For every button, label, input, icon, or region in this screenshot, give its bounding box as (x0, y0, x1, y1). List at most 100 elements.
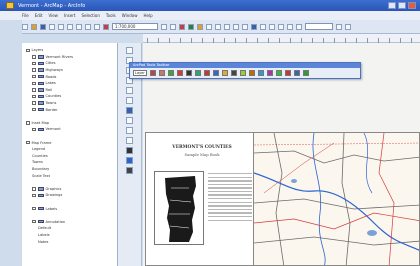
identify-icon[interactable] (126, 127, 133, 134)
toolbar-icon[interactable] (251, 23, 257, 30)
globe-icon[interactable] (126, 107, 133, 114)
forward-icon[interactable] (126, 97, 133, 104)
toc-item[interactable]: Labels (26, 205, 117, 212)
undo-icon[interactable] (85, 23, 91, 30)
maximize-icon[interactable] (398, 2, 406, 9)
menu-tools[interactable]: Tools (106, 13, 116, 20)
find-icon[interactable] (126, 137, 133, 144)
zoom-in-icon[interactable] (161, 23, 167, 30)
layer-checkbox[interactable] (32, 94, 36, 99)
menu-file[interactable]: File (22, 13, 29, 20)
toc-item[interactable]: Vermont Rivers (26, 54, 117, 61)
pointer-icon[interactable] (126, 147, 133, 154)
layer-checkbox[interactable] (32, 81, 36, 86)
main-map-frame[interactable] (253, 132, 420, 266)
redo-icon[interactable] (94, 23, 100, 30)
hyperlink-icon[interactable] (126, 157, 133, 164)
tool-icon[interactable] (240, 70, 246, 76)
add-data-icon[interactable] (103, 23, 109, 30)
tool-icon[interactable] (213, 70, 219, 76)
full-extent-icon[interactable] (188, 23, 194, 30)
paste-icon[interactable] (76, 23, 82, 30)
tool-icon[interactable] (303, 70, 309, 76)
tool-icon[interactable] (168, 70, 174, 76)
inset-map[interactable] (154, 171, 204, 245)
measure-icon[interactable] (215, 23, 221, 30)
save-icon[interactable] (40, 23, 46, 30)
toc-item[interactable]: Highways (26, 67, 117, 74)
layer-checkbox[interactable] (26, 121, 30, 125)
toc-item[interactable]: Inset Map (26, 120, 117, 127)
layer-checkbox[interactable] (32, 68, 36, 72)
layer-checkbox[interactable] (32, 61, 36, 66)
layer-checkbox[interactable] (32, 206, 36, 211)
toc-item[interactable]: Counties (26, 93, 117, 100)
layer-checkbox[interactable] (32, 55, 36, 59)
toolbar-icon[interactable] (336, 23, 342, 30)
toolbar-icon[interactable] (269, 23, 275, 30)
tool-icon[interactable] (177, 70, 183, 76)
copy-icon[interactable] (67, 23, 73, 30)
toc-item[interactable]: Scale Text (26, 172, 117, 179)
back-icon[interactable] (126, 87, 133, 94)
toc-item[interactable]: Drawings (26, 192, 117, 199)
layout-page[interactable]: VERMONT'S COUNTIES Sample Map Book (145, 132, 257, 266)
scale-input[interactable]: 1:700,000 (112, 23, 158, 30)
cut-icon[interactable] (58, 23, 64, 30)
tool-icon[interactable] (231, 70, 237, 76)
toc-item[interactable]: Layers (26, 47, 117, 54)
tool-icon[interactable] (258, 70, 264, 76)
menu-selection[interactable]: Selection (81, 13, 99, 20)
toolbar-icon[interactable] (287, 23, 293, 30)
toc-item[interactable]: Default (26, 225, 117, 232)
zoom-in-icon[interactable] (126, 47, 133, 54)
toc-item[interactable]: Border (26, 106, 117, 113)
toc-item[interactable]: Vermont (26, 126, 117, 133)
layer-checkbox[interactable] (32, 127, 36, 132)
toc-item[interactable]: Rail (26, 87, 117, 94)
tool-icon[interactable] (186, 70, 192, 76)
open-icon[interactable] (31, 23, 37, 30)
toolbar-icon[interactable] (296, 23, 302, 30)
toolbar-icon[interactable] (278, 23, 284, 30)
tool-icon[interactable] (195, 70, 201, 76)
tool-icon[interactable] (222, 70, 228, 76)
toc-item[interactable]: Annotation (26, 218, 117, 225)
layer-checkbox[interactable] (32, 101, 36, 105)
toolbar-icon[interactable] (345, 23, 351, 30)
toc-item[interactable]: Cities (26, 60, 117, 67)
close-icon[interactable] (408, 2, 416, 9)
layer-checkbox[interactable] (26, 140, 30, 145)
tool-icon[interactable] (159, 70, 165, 76)
toc-item[interactable]: Roads (26, 73, 117, 80)
select-icon[interactable] (126, 117, 133, 124)
find-icon[interactable] (206, 23, 212, 30)
toc-item[interactable]: Notes (26, 238, 117, 245)
tool-icon[interactable] (294, 70, 300, 76)
menu-view[interactable]: View (48, 13, 58, 20)
menu-help[interactable]: Help (144, 13, 153, 20)
tool-icon[interactable] (267, 70, 273, 76)
layer-checkbox[interactable] (32, 74, 36, 79)
layer-checkbox[interactable] (32, 193, 36, 198)
menu-insert[interactable]: Insert (64, 13, 75, 20)
toc-item[interactable]: Lakes (26, 80, 117, 87)
toc-item[interactable]: Towns (26, 100, 117, 107)
toolbar-icon[interactable] (233, 23, 239, 30)
toc-item[interactable]: Map Frame (26, 139, 117, 146)
layer-checkbox[interactable] (26, 48, 30, 53)
tool-icon[interactable] (276, 70, 282, 76)
toc-item[interactable]: Legend (26, 146, 117, 153)
toc-item[interactable]: Boundary (26, 166, 117, 173)
tool-icon[interactable] (204, 70, 210, 76)
layer-dropdown[interactable]: Layer (133, 70, 147, 76)
zoom-out-icon[interactable] (170, 23, 176, 30)
print-icon[interactable] (49, 23, 55, 30)
toc-item[interactable]: Labels (26, 232, 117, 239)
toolbar-icon[interactable] (260, 23, 266, 30)
tool-icon[interactable] (285, 70, 291, 76)
menu-edit[interactable]: Edit (35, 13, 43, 20)
new-icon[interactable] (22, 23, 28, 30)
layer-checkbox[interactable] (32, 219, 36, 224)
tool-icon[interactable] (249, 70, 255, 76)
